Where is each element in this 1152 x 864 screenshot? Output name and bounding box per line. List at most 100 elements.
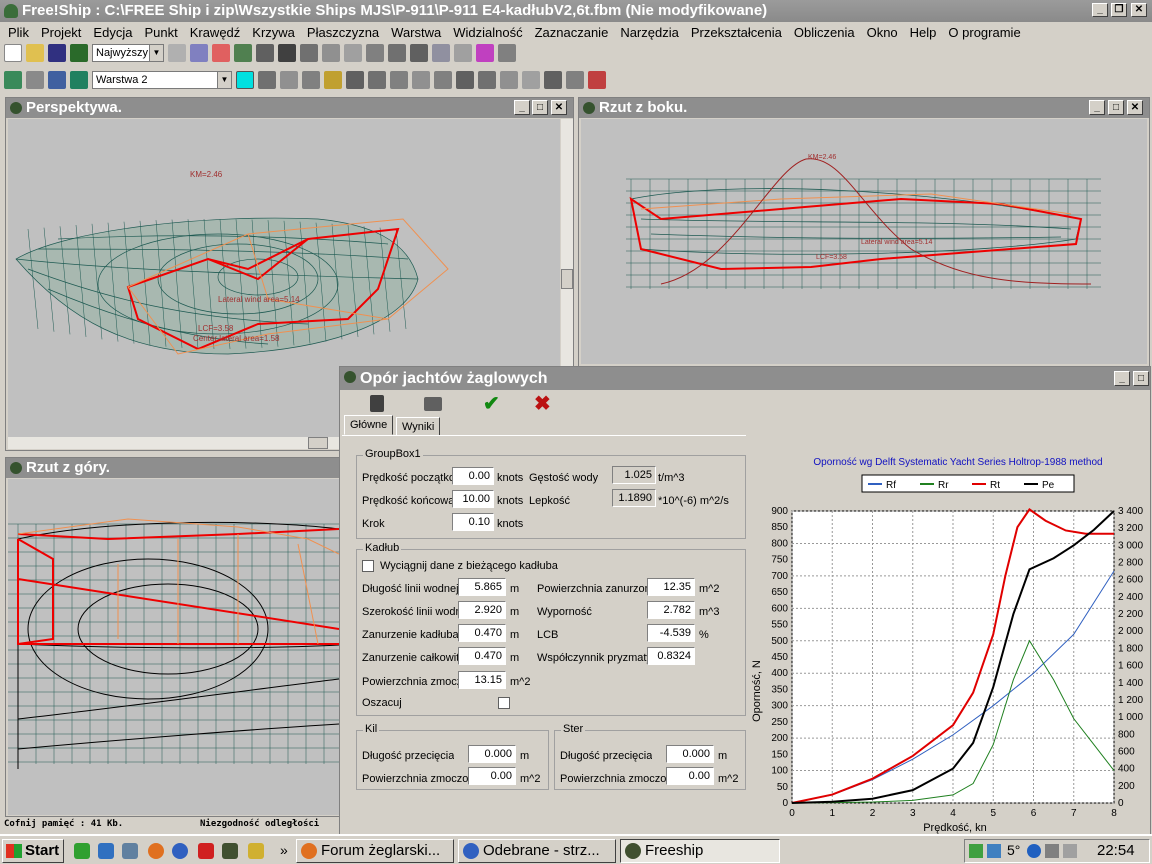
menu-item-7[interactable]: Warstwa <box>385 25 447 40</box>
wetted-surface-input[interactable]: 12.35 <box>647 578 695 596</box>
weather-icon[interactable] <box>1027 844 1041 858</box>
hull-icon[interactable] <box>300 44 318 62</box>
top-view-window[interactable]: Rzut z góry. <box>5 457 340 817</box>
buttock-icon[interactable] <box>388 44 406 62</box>
cancel-x-icon[interactable]: ✖ <box>534 391 551 416</box>
app-red-icon[interactable] <box>198 843 214 859</box>
notepad-icon[interactable] <box>122 843 138 859</box>
start-button[interactable]: Start <box>2 839 64 863</box>
thunderbird-icon[interactable] <box>172 843 188 859</box>
side-viewport[interactable]: KM=2.46 Lateral wind area=5.14 LCF=3.58 <box>581 119 1147 364</box>
network-icon[interactable] <box>969 844 983 858</box>
extract-hull-checkbox[interactable] <box>362 560 374 572</box>
minimize-button[interactable]: _ <box>1089 100 1105 115</box>
export-icon[interactable] <box>70 44 88 62</box>
printer-icon[interactable] <box>424 397 442 411</box>
precision-select[interactable]: Najwyższy ▼ <box>92 44 164 62</box>
menu-item-8[interactable]: Widzialność <box>447 25 528 40</box>
keel-area-input[interactable]: 0.00 <box>468 767 516 785</box>
layer-color-icon[interactable] <box>70 71 88 89</box>
recycle-icon[interactable] <box>74 843 90 859</box>
maximize-button[interactable]: □ <box>1133 371 1149 386</box>
menu-item-12[interactable]: Obliczenia <box>788 25 861 40</box>
grid-icon[interactable] <box>256 44 274 62</box>
save-icon[interactable] <box>48 44 66 62</box>
prismatic-input[interactable]: 0.8324 <box>647 647 695 665</box>
menu-item-14[interactable]: Help <box>904 25 943 40</box>
bug-icon[interactable] <box>544 71 562 89</box>
calculator-icon[interactable] <box>370 395 384 412</box>
menu-item-13[interactable]: Okno <box>861 25 904 40</box>
menu-item-5[interactable]: Krzywa <box>246 25 301 40</box>
layers-icon[interactable] <box>344 44 362 62</box>
lock-icon[interactable] <box>346 71 364 89</box>
globe-icon[interactable] <box>234 44 252 62</box>
diagonal-icon[interactable] <box>432 44 450 62</box>
shade-icon[interactable] <box>322 44 340 62</box>
menu-item-15[interactable]: O programie <box>942 25 1026 40</box>
unlock-icon[interactable] <box>368 71 386 89</box>
open-file-icon[interactable] <box>26 44 44 62</box>
chevron-down-icon[interactable]: ▼ <box>217 72 231 88</box>
insert-point-icon[interactable] <box>302 71 320 89</box>
yacht-resistance-dialog[interactable]: Opór jachtów żaglowych _ □ ✔ ✖ Główne Wyn… <box>339 366 1151 835</box>
mesh-icon[interactable] <box>168 44 186 62</box>
menu-item-6[interactable]: Płaszczyzna <box>301 25 385 40</box>
menu-item-0[interactable]: Plik <box>2 25 35 40</box>
close-button[interactable]: ✕ <box>551 100 567 115</box>
freeship-quick-icon[interactable] <box>222 843 238 859</box>
rudder-area-input[interactable]: 0.00 <box>666 767 714 785</box>
tools-icon[interactable] <box>566 71 584 89</box>
wl-length-input[interactable]: 5.865 <box>458 578 506 596</box>
tab-results[interactable]: Wyniki <box>396 417 441 435</box>
lcb-input[interactable]: -4.539 <box>647 624 695 642</box>
desktop-icon[interactable] <box>98 843 114 859</box>
layer-color-swatch[interactable] <box>236 71 254 89</box>
layer-new-icon[interactable] <box>48 71 66 89</box>
collapse-icon[interactable] <box>390 71 408 89</box>
end-speed-input[interactable]: 10.00 <box>452 490 494 508</box>
hull-draft-input[interactable]: 0.470 <box>458 624 506 642</box>
waterline-icon[interactable] <box>410 44 428 62</box>
tray-misc-icon[interactable] <box>1063 844 1077 858</box>
ok-checkmark-icon[interactable]: ✔ <box>483 391 500 416</box>
edge-extrude-icon[interactable] <box>434 71 452 89</box>
firefox-icon[interactable] <box>148 843 164 859</box>
maximize-button[interactable]: □ <box>1108 100 1124 115</box>
wireframe-icon[interactable] <box>278 44 296 62</box>
displacement-input[interactable]: 2.782 <box>647 601 695 619</box>
curve-draw-icon[interactable] <box>522 71 540 89</box>
rudder-length-input[interactable]: 0.000 <box>666 745 714 763</box>
sync-icon[interactable] <box>987 844 1001 858</box>
wetted-area-input[interactable]: 13.15 <box>458 671 506 689</box>
crease-icon[interactable] <box>500 71 518 89</box>
step-input[interactable]: 0.10 <box>452 513 494 531</box>
chevron-right-icon[interactable]: » <box>280 842 288 858</box>
menu-item-9[interactable]: Zaznaczanie <box>529 25 615 40</box>
volume-icon[interactable] <box>1045 844 1059 858</box>
section-icon[interactable] <box>366 44 384 62</box>
restore-button[interactable]: ❐ <box>1111 3 1127 17</box>
start-speed-input[interactable]: 0.00 <box>452 467 494 485</box>
task-forum[interactable]: Forum żeglarski... <box>296 839 454 863</box>
app-yellow-icon[interactable] <box>248 843 264 859</box>
extinguisher-icon[interactable] <box>588 71 606 89</box>
minimize-button[interactable]: _ <box>1092 3 1108 17</box>
marker-icon[interactable] <box>498 44 516 62</box>
menu-item-10[interactable]: Narzędzia <box>614 25 685 40</box>
flowline-icon[interactable] <box>454 44 472 62</box>
task-mail[interactable]: Odebrane - strz... <box>458 839 616 863</box>
pencil-icon[interactable] <box>324 71 342 89</box>
task-freeship[interactable]: Freeship <box>620 839 780 863</box>
layer-props-icon[interactable] <box>4 71 22 89</box>
curvature-icon[interactable] <box>476 44 494 62</box>
estimate-checkbox[interactable] <box>498 697 510 709</box>
menu-item-3[interactable]: Punkt <box>138 25 183 40</box>
curve-icon[interactable] <box>190 44 208 62</box>
menu-item-11[interactable]: Przekształcenia <box>685 25 788 40</box>
tab-main[interactable]: Główne <box>344 415 394 435</box>
menu-item-1[interactable]: Projekt <box>35 25 87 40</box>
layer-select[interactable]: Warstwa 2 ▼ <box>92 71 232 89</box>
edge-connect-icon[interactable] <box>456 71 474 89</box>
control-net-icon[interactable] <box>212 44 230 62</box>
